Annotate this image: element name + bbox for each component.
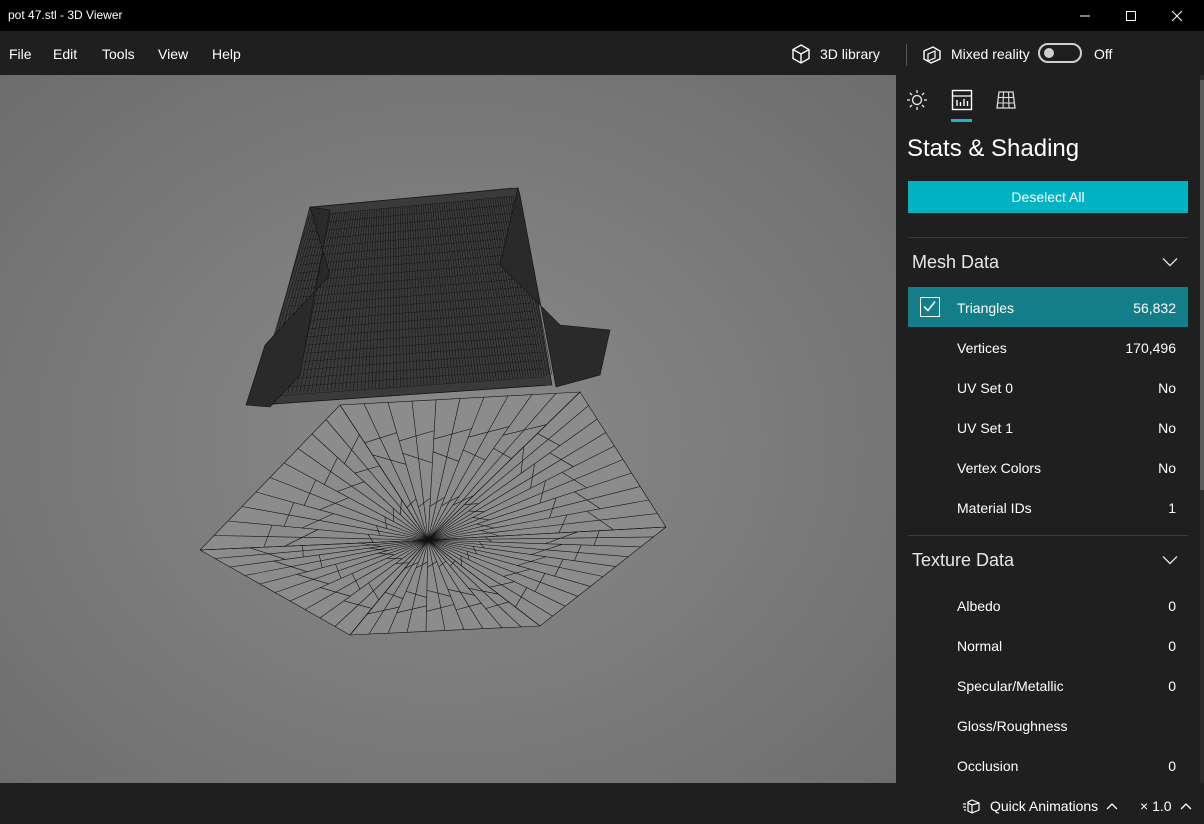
texture-data-header[interactable]: Texture Data bbox=[912, 550, 1014, 571]
speed-button[interactable]: × 1.0 bbox=[1140, 798, 1192, 814]
section-divider bbox=[908, 535, 1188, 536]
row-label: Material IDs bbox=[957, 500, 1032, 516]
row-label: Triangles bbox=[957, 300, 1015, 316]
row-value: No bbox=[1158, 380, 1176, 396]
cube-icon bbox=[792, 44, 810, 64]
menu-tools[interactable]: Tools bbox=[102, 46, 135, 62]
menu-file[interactable]: File bbox=[9, 46, 32, 62]
row-value: No bbox=[1158, 460, 1176, 476]
toolbar-divider bbox=[906, 44, 907, 66]
row-value: 0 bbox=[1168, 638, 1176, 654]
mesh-row-vertices[interactable]: Vertices 170,496 bbox=[908, 327, 1188, 367]
chevron-down-icon[interactable] bbox=[1162, 555, 1178, 565]
speed-label: × 1.0 bbox=[1140, 798, 1172, 814]
mesh-row-uv-set-0[interactable]: UV Set 0 No bbox=[908, 367, 1188, 407]
row-value: 170,496 bbox=[1125, 340, 1176, 356]
mixed-reality-label: Mixed reality bbox=[951, 46, 1030, 62]
close-icon bbox=[1171, 10, 1183, 21]
mixed-reality-button[interactable]: Mixed reality bbox=[921, 43, 1030, 65]
checkmark-icon bbox=[923, 301, 936, 312]
mixed-reality-state: Off bbox=[1094, 46, 1113, 62]
chevron-down-icon[interactable] bbox=[1162, 257, 1178, 267]
headset-icon bbox=[923, 46, 941, 64]
row-label: Albedo bbox=[957, 598, 1001, 614]
row-value: No bbox=[1158, 420, 1176, 436]
window-title: pot 47.stl - 3D Viewer bbox=[8, 8, 123, 22]
chevron-up-icon bbox=[1106, 803, 1118, 810]
animation-icon bbox=[963, 799, 980, 814]
texture-row-occlusion[interactable]: Occlusion 0 bbox=[908, 745, 1188, 783]
menu-view[interactable]: View bbox=[158, 46, 188, 62]
mesh-data-header[interactable]: Mesh Data bbox=[912, 252, 999, 273]
row-value: 0 bbox=[1168, 598, 1176, 614]
status-bar: Quick Animations × 1.0 bbox=[0, 783, 1204, 824]
grid-icon[interactable] bbox=[994, 88, 1018, 112]
maximize-button[interactable] bbox=[1108, 0, 1154, 31]
menu-bar: File Edit Tools View Help 3D library Mix… bbox=[0, 31, 1204, 75]
mesh-row-uv-set-1[interactable]: UV Set 1 No bbox=[908, 407, 1188, 447]
row-label: Normal bbox=[957, 638, 1003, 654]
texture-row-albedo[interactable]: Albedo 0 bbox=[908, 585, 1188, 625]
menu-edit[interactable]: Edit bbox=[53, 46, 77, 62]
row-label: UV Set 0 bbox=[957, 380, 1014, 396]
row-label: Gloss/Roughness bbox=[957, 718, 1068, 734]
row-value: 0 bbox=[1168, 758, 1176, 774]
mesh-row-material-ids[interactable]: Material IDs 1 bbox=[908, 487, 1188, 527]
minimize-icon bbox=[1080, 15, 1090, 16]
toggle-knob bbox=[1044, 48, 1054, 58]
section-divider bbox=[908, 237, 1188, 238]
menu-help[interactable]: Help bbox=[212, 46, 241, 62]
chevron-up-icon bbox=[1180, 803, 1191, 810]
row-label: Occlusion bbox=[957, 758, 1019, 774]
deselect-all-button[interactable]: Deselect All bbox=[908, 181, 1188, 213]
maximize-icon bbox=[1126, 10, 1136, 21]
texture-row-specular-metallic[interactable]: Specular/Metallic 0 bbox=[908, 665, 1188, 705]
checkbox[interactable] bbox=[920, 297, 940, 317]
texture-row-normal[interactable]: Normal 0 bbox=[908, 625, 1188, 665]
panel-title: Stats & Shading bbox=[907, 135, 1080, 162]
3d-viewport[interactable] bbox=[0, 75, 896, 783]
wireframe-model bbox=[199, 186, 667, 636]
row-label: Vertex Colors bbox=[957, 460, 1042, 476]
row-value: 56,832 bbox=[1133, 300, 1176, 316]
title-bar: pot 47.stl - 3D Viewer bbox=[0, 0, 1204, 31]
panel-scrollbar-thumb[interactable] bbox=[1200, 80, 1204, 490]
row-value: 1 bbox=[1168, 500, 1176, 516]
close-button[interactable] bbox=[1154, 0, 1200, 31]
stats-icon[interactable] bbox=[950, 88, 974, 112]
sun-icon[interactable] bbox=[905, 88, 929, 112]
quick-animations-button[interactable]: Quick Animations bbox=[962, 798, 1118, 814]
mesh-row-triangles[interactable]: Triangles 56,832 bbox=[908, 287, 1188, 327]
active-tab-indicator bbox=[951, 119, 972, 122]
row-label: Vertices bbox=[957, 340, 1007, 356]
row-value: 0 bbox=[1168, 678, 1176, 694]
3d-library-button[interactable]: 3D library bbox=[790, 43, 880, 65]
minimize-button[interactable] bbox=[1062, 0, 1108, 31]
texture-row-gloss-roughness[interactable]: Gloss/Roughness bbox=[908, 705, 1188, 745]
stats-panel: Stats & Shading Deselect All Mesh Data T… bbox=[896, 75, 1200, 783]
row-label: Specular/Metallic bbox=[957, 678, 1064, 694]
3d-library-label: 3D library bbox=[820, 46, 880, 62]
row-label: UV Set 1 bbox=[957, 420, 1014, 436]
mixed-reality-toggle[interactable] bbox=[1038, 43, 1082, 63]
mesh-row-vertex-colors[interactable]: Vertex Colors No bbox=[908, 447, 1188, 487]
quick-animations-label: Quick Animations bbox=[990, 798, 1099, 814]
